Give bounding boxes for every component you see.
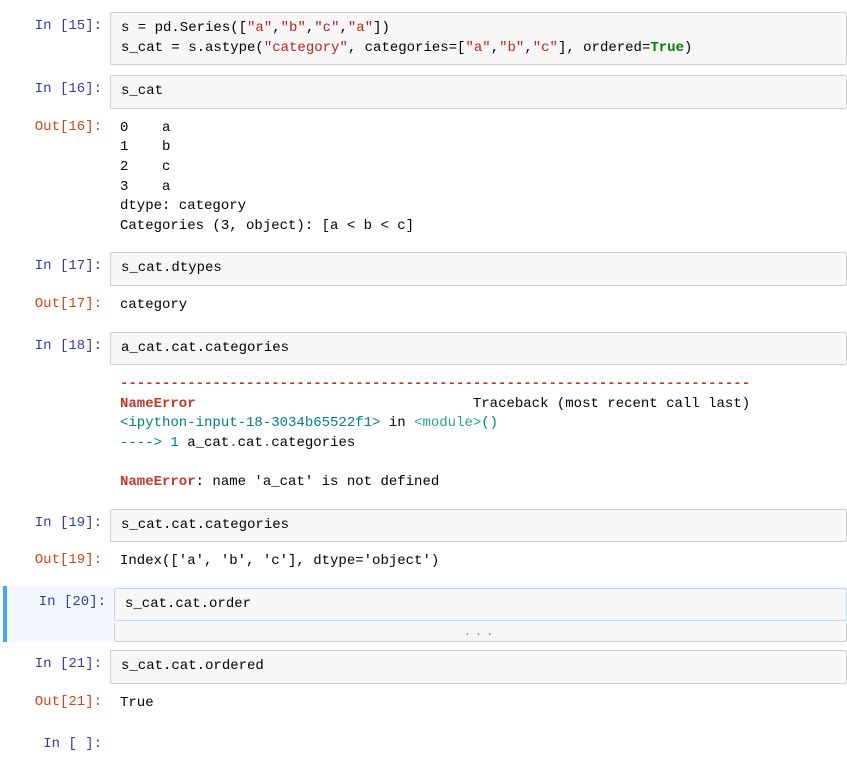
cell-out-17: Out[17]: category — [4, 288, 847, 324]
paren: ]) — [373, 20, 390, 36]
cell-in-18: In [18]: a_cat.cat.categories — [4, 330, 847, 368]
output-16: 0 a 1 b 2 c 3 a dtype: category Categori… — [110, 113, 847, 243]
str: "b" — [499, 40, 524, 56]
cell-in-16: In [16]: s_cat — [4, 73, 847, 111]
ipython-ref: <ipython-input-18-3034b65522f1> — [120, 415, 380, 431]
code: categories — [271, 435, 355, 451]
output-21: True — [110, 688, 847, 720]
prompt-out-19: Out[19]: — [4, 546, 110, 574]
cell-in-next: In [ ]: — [4, 728, 847, 760]
traceback-18: ----------------------------------------… — [110, 369, 847, 499]
paren: () — [481, 415, 498, 431]
comma: , — [340, 20, 348, 36]
code-text: , categories=[ — [348, 40, 466, 56]
str: "category" — [264, 40, 348, 56]
selected-cell-wrapper: In [20]: s_cat.cat.order ... — [3, 586, 847, 643]
error-msg: : name 'a_cat' is not defined — [196, 474, 440, 490]
code-text: s_cat = s.astype( — [121, 40, 264, 56]
dashes: ----------------------------------------… — [120, 376, 750, 392]
paren: ) — [684, 40, 692, 56]
error-name: NameError — [120, 474, 196, 490]
str: "b" — [281, 20, 306, 36]
kw-true: True — [650, 40, 684, 56]
prompt-in-17: In [17]: — [4, 252, 110, 280]
cell-out-21: Out[21]: True — [4, 686, 847, 722]
code: cat — [238, 435, 263, 451]
dot: . — [263, 435, 271, 451]
cell-in-21: In [21]: s_cat.cat.ordered — [4, 648, 847, 686]
arrow: ----> 1 — [120, 435, 187, 451]
prompt-in-next: In [ ]: — [4, 730, 110, 758]
cell-in-20: In [20]: s_cat.cat.order — [8, 586, 847, 624]
str: "a" — [465, 40, 490, 56]
code-text: ], ordered= — [558, 40, 650, 56]
prompt-out-17: Out[17]: — [4, 290, 110, 318]
str: "c" — [533, 40, 558, 56]
module-ref: <module> — [414, 415, 481, 431]
code-input-20[interactable]: s_cat.cat.order — [114, 588, 847, 622]
cell-out-19: Out[19]: Index(['a', 'b', 'c'], dtype='o… — [4, 544, 847, 580]
code-input-17[interactable]: s_cat.dtypes — [110, 252, 847, 286]
prompt-in-20: In [20]: — [8, 588, 114, 616]
prompt-in-19: In [19]: — [4, 509, 110, 537]
error-name: NameError — [120, 396, 196, 412]
cell-in-19: In [19]: s_cat.cat.categories — [4, 507, 847, 545]
str: "a" — [348, 20, 373, 36]
cell-err-18: ----------------------------------------… — [4, 367, 847, 501]
in-text: in — [380, 415, 414, 431]
output-collapsed-20[interactable]: ... — [114, 623, 847, 642]
prompt-in-15: In [15]: — [4, 12, 110, 40]
output-19: Index(['a', 'b', 'c'], dtype='object') — [110, 546, 847, 578]
code-input-19[interactable]: s_cat.cat.categories — [110, 509, 847, 543]
code: a_cat — [187, 435, 229, 451]
comma: , — [272, 20, 280, 36]
str: "c" — [314, 20, 339, 36]
code-input-18[interactable]: a_cat.cat.categories — [110, 332, 847, 366]
prompt-in-21: In [21]: — [4, 650, 110, 678]
prompt-out-16: Out[16]: — [4, 113, 110, 141]
notebook: In [15]: s = pd.Series(["a","b","c","a"]… — [0, 0, 847, 770]
prompt-empty — [4, 369, 110, 381]
dot: . — [229, 435, 237, 451]
prompt-out-21: Out[21]: — [4, 688, 110, 716]
comma: , — [491, 40, 499, 56]
cell-out-16: Out[16]: 0 a 1 b 2 c 3 a dtype: category… — [4, 111, 847, 245]
code-input-15[interactable]: s = pd.Series(["a","b","c","a"]) s_cat =… — [110, 12, 847, 65]
str: "a" — [247, 20, 272, 36]
code-text: s = pd.Series([ — [121, 20, 247, 36]
prompt-in-18: In [18]: — [4, 332, 110, 360]
prompt-in-16: In [16]: — [4, 75, 110, 103]
comma: , — [524, 40, 532, 56]
trace-label: Traceback (most recent call last) — [196, 396, 751, 412]
cell-in-17: In [17]: s_cat.dtypes — [4, 250, 847, 288]
code-input-21[interactable]: s_cat.cat.ordered — [110, 650, 847, 684]
code-input-16[interactable]: s_cat — [110, 75, 847, 109]
output-17: category — [110, 290, 847, 322]
cell-in-15: In [15]: s = pd.Series(["a","b","c","a"]… — [4, 10, 847, 67]
